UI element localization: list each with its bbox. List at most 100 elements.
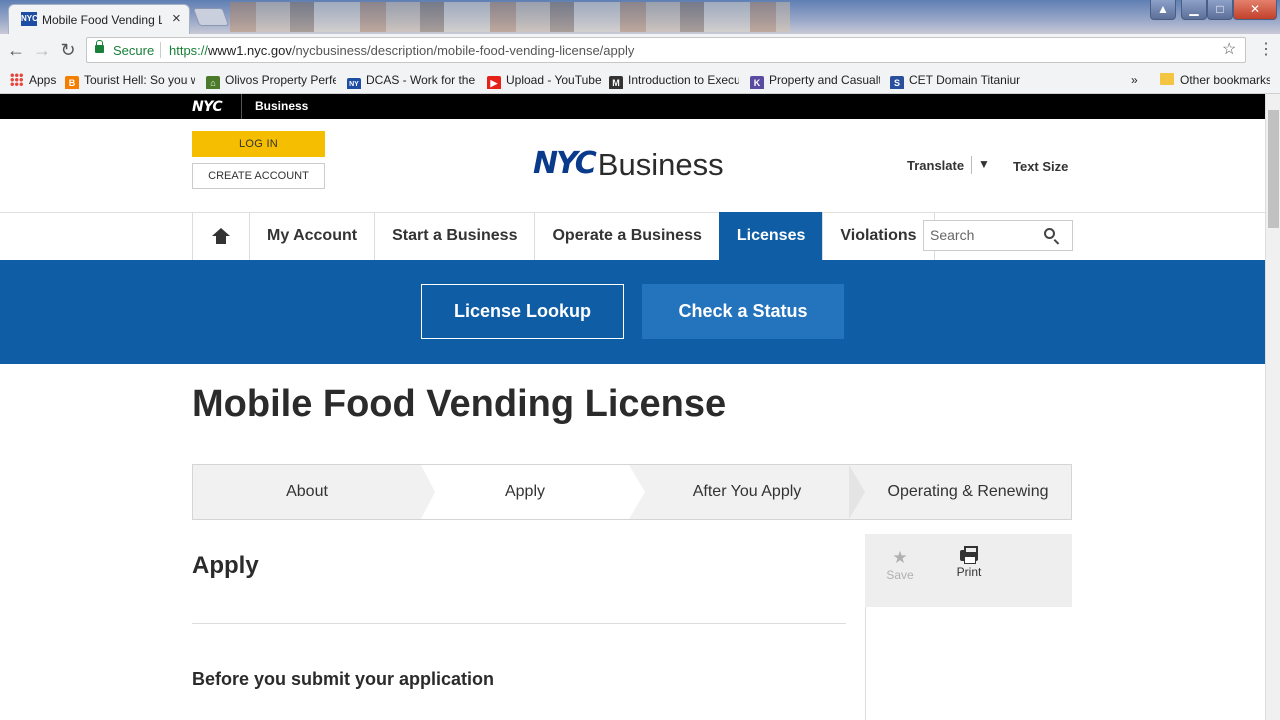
- s-icon: S: [890, 76, 904, 89]
- nav-start-a-business[interactable]: Start a Business: [374, 212, 534, 260]
- url-scheme: https://: [169, 43, 209, 58]
- taskbar-thumbnails: [230, 2, 790, 32]
- license-lookup-button[interactable]: License Lookup: [421, 284, 624, 339]
- bookmark-label: Tourist Hell: So you w: [84, 73, 195, 87]
- page-title: Mobile Food Vending License: [192, 383, 727, 425]
- bookmark-property-casualty[interactable]: K Property and Casualty: [750, 71, 880, 89]
- bookmark-label: Upload - YouTube: [506, 73, 602, 87]
- nyc-top-bar: NYC Business: [0, 94, 1265, 119]
- bookmark-other[interactable]: Other bookmarks: [1160, 71, 1270, 89]
- address-bar[interactable]: Secure https://www1.nyc.gov/nycbusiness/…: [86, 37, 1246, 63]
- step-chevron: [629, 465, 645, 519]
- page-scrollbar[interactable]: [1265, 94, 1280, 720]
- bookmark-label: CET Domain Titanium: [909, 73, 1020, 87]
- step-about[interactable]: About: [193, 465, 421, 519]
- search-icon[interactable]: [1044, 228, 1055, 239]
- book-icon: M: [609, 76, 623, 89]
- step-after-you-apply[interactable]: After You Apply: [645, 465, 849, 519]
- top-bar-business-link[interactable]: Business: [255, 99, 308, 113]
- translate-dropdown-icon[interactable]: ▼: [978, 157, 990, 171]
- site-search: [923, 220, 1073, 251]
- nav-licenses[interactable]: Licenses: [718, 212, 823, 260]
- apps-grid-icon: [10, 73, 23, 86]
- nyc-logo[interactable]: NYC: [192, 99, 223, 115]
- search-input[interactable]: [930, 227, 1040, 243]
- bookmark-cet-domain[interactable]: S CET Domain Titanium: [890, 71, 1020, 89]
- nav-violations[interactable]: Violations: [822, 212, 935, 260]
- lock-icon: [95, 40, 104, 53]
- bookmark-olivos[interactable]: ⌂ Olivos Property Perfe: [206, 71, 336, 89]
- save-label: Save: [886, 568, 914, 582]
- bookmarks-overflow-button[interactable]: »: [1131, 71, 1143, 89]
- brand-business: Business: [597, 147, 724, 182]
- bookmark-label: Introduction to Execu: [628, 73, 739, 87]
- brand-nyc: NYC: [533, 146, 597, 181]
- license-action-band: [0, 260, 1265, 364]
- top-bar-divider: [241, 94, 242, 119]
- check-status-button[interactable]: Check a Status: [642, 284, 844, 339]
- maximize-button[interactable]: □: [1207, 0, 1233, 20]
- browser-tab-strip: NYC Mobile Food Vending Lic × ▲ ▁ □ ✕: [0, 0, 1280, 34]
- new-tab-button[interactable]: [192, 8, 230, 26]
- scrollbar-thumb[interactable]: [1268, 110, 1279, 228]
- secure-label: Secure: [113, 43, 155, 58]
- url-text[interactable]: https://www1.nyc.gov/nycbusiness/descrip…: [169, 43, 634, 58]
- url-host: www1.nyc.gov: [208, 43, 292, 58]
- minimize-button[interactable]: ▁: [1181, 0, 1207, 20]
- subsection-title: Before you submit your application: [192, 669, 495, 689]
- nyc-business-logo[interactable]: NYCBusiness: [533, 145, 724, 185]
- bookmarks-bar: Apps B Tourist Hell: So you w ⌂ Olivos Pro…: [0, 66, 1280, 94]
- k-icon: K: [750, 76, 764, 89]
- bookmark-dcas[interactable]: NY DCAS - Work for the: [347, 71, 475, 89]
- translate-divider: [971, 156, 972, 174]
- bookmark-label: Apps: [29, 73, 57, 87]
- step-chevron: [421, 465, 435, 519]
- nav-home[interactable]: [192, 212, 249, 260]
- omnibox-separator: [160, 42, 161, 58]
- tab-close-icon[interactable]: ×: [172, 10, 181, 27]
- user-profile-button[interactable]: ▲: [1150, 0, 1176, 20]
- main-nav: My Account Start a Business Operate a Bu…: [192, 212, 935, 260]
- login-button[interactable]: LOG IN: [192, 131, 325, 157]
- youtube-icon: ▶: [487, 76, 501, 89]
- star-icon: ★: [892, 548, 908, 567]
- bookmark-label: Olivos Property Perfe: [225, 73, 336, 87]
- create-account-button[interactable]: CREATE ACCOUNT: [192, 163, 325, 189]
- print-button[interactable]: Print: [949, 546, 989, 579]
- bookmark-apps[interactable]: Apps: [10, 71, 60, 89]
- browser-toolbar: ← → ↻ Secure https://www1.nyc.gov/nycbus…: [0, 34, 1280, 66]
- bookmark-youtube[interactable]: ▶ Upload - YouTube: [487, 71, 602, 89]
- text-size-link[interactable]: Text Size: [1013, 159, 1068, 174]
- bookmark-label: Property and Casualty: [769, 73, 880, 87]
- url-path: /nycbusiness/description/mobile-food-ven…: [291, 43, 635, 58]
- nav-my-account[interactable]: My Account: [249, 212, 374, 260]
- tab-title: Mobile Food Vending Lic: [42, 13, 162, 27]
- home-icon: [212, 228, 230, 244]
- chrome-menu-icon[interactable]: ⋮: [1258, 39, 1274, 59]
- bookmark-tourist-hell[interactable]: B Tourist Hell: So you w: [65, 71, 195, 89]
- step-apply[interactable]: Apply: [421, 465, 629, 519]
- bookmark-intro-exec[interactable]: M Introduction to Execu: [609, 71, 739, 89]
- window-close-button[interactable]: ✕: [1233, 0, 1277, 20]
- reload-icon[interactable]: ↻: [57, 39, 79, 61]
- property-icon: ⌂: [206, 76, 220, 89]
- back-arrow-icon[interactable]: ←: [5, 39, 27, 61]
- nyc-icon: NY: [347, 78, 361, 89]
- forward-arrow-icon[interactable]: →: [31, 39, 53, 61]
- bookmark-star-icon[interactable]: ☆: [1222, 39, 1236, 59]
- translate-link[interactable]: Translate: [907, 158, 964, 173]
- print-label: Print: [956, 565, 982, 579]
- bookmark-label: Other bookmarks: [1180, 73, 1270, 87]
- folder-icon: [1160, 73, 1174, 85]
- step-tabs: About Apply After You Apply Operating & …: [192, 464, 1072, 520]
- section-divider: [192, 623, 846, 624]
- browser-tab[interactable]: NYC Mobile Food Vending Lic ×: [8, 4, 190, 34]
- blogger-icon: B: [65, 76, 79, 89]
- nav-operate-a-business[interactable]: Operate a Business: [534, 212, 718, 260]
- save-button[interactable]: ★ Save: [880, 548, 920, 582]
- step-operating-renewing[interactable]: Operating & Renewing: [865, 465, 1071, 519]
- tools-panel-border: [865, 607, 866, 720]
- printer-icon: [960, 546, 978, 564]
- bookmark-label: DCAS - Work for the: [366, 73, 475, 87]
- step-chevron: [849, 465, 865, 519]
